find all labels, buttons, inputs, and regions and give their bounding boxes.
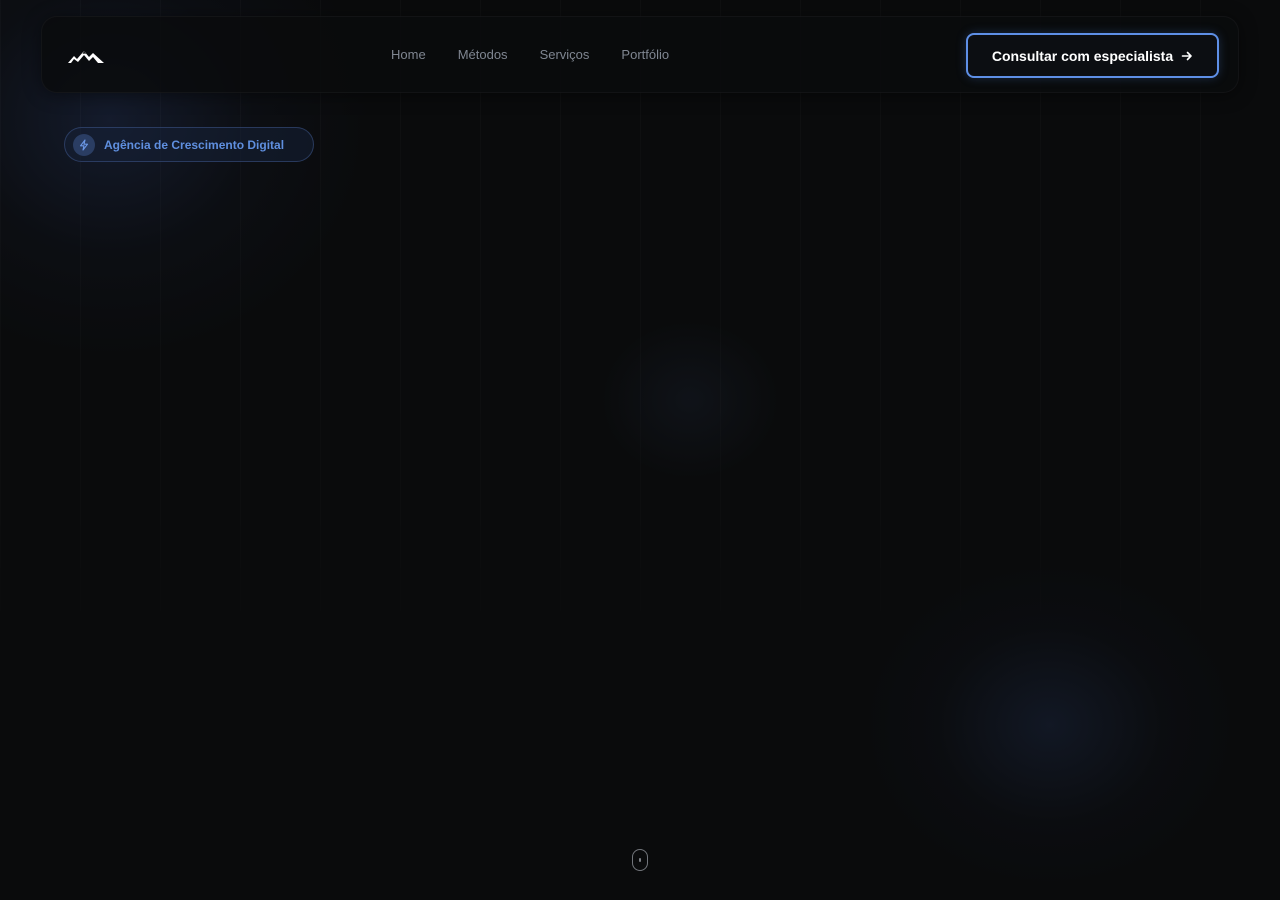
navbar: Home Métodos Serviços Portfólio Consulta… (41, 16, 1239, 93)
nav-link-home[interactable]: Home (391, 45, 426, 65)
nav-link-metodos[interactable]: Métodos (458, 45, 508, 65)
page: Home Métodos Serviços Portfólio Consulta… (0, 0, 1280, 900)
hero-badge-label: Agência de Crescimento Digital (104, 137, 285, 152)
main-nav: Home Métodos Serviços Portfólio (391, 45, 669, 65)
scroll-wheel-dot (639, 858, 641, 862)
mountain-logo-icon[interactable] (67, 48, 105, 64)
consult-specialist-label: Consultar com especialista (991, 47, 1174, 64)
arrow-right-icon (1181, 51, 1192, 60)
lightning-bolt-icon (79, 138, 89, 151)
consult-specialist-button[interactable]: Consultar com especialista (966, 33, 1219, 78)
nav-link-servicos[interactable]: Serviços (540, 45, 590, 65)
hero-badge: Agência de Crescimento Digital (64, 127, 314, 162)
mouse-scroll-icon[interactable] (632, 849, 648, 871)
nav-link-portfolio[interactable]: Portfólio (621, 45, 669, 65)
lightning-bolt-icon-wrapper (73, 133, 95, 156)
